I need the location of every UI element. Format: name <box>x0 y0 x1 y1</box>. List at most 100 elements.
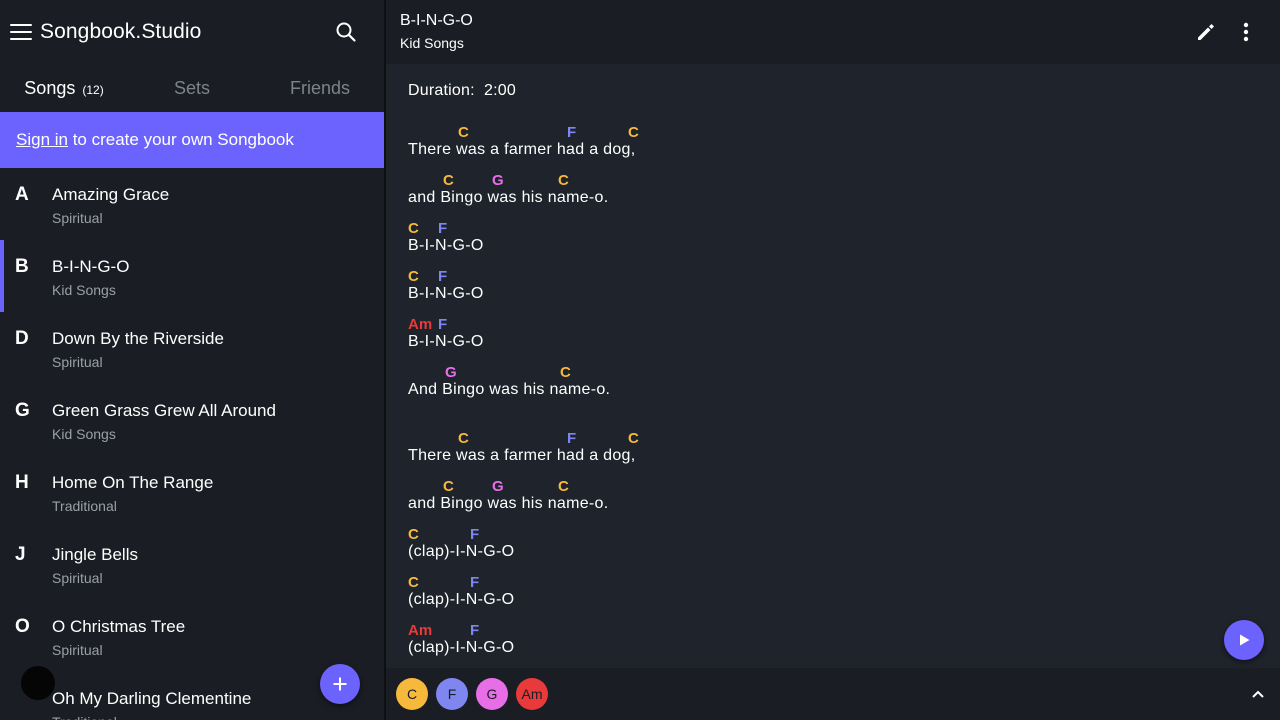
chord-F[interactable]: F <box>438 268 447 285</box>
chord-bar: C F G Am <box>386 668 1280 720</box>
chord-chip-Am[interactable]: Am <box>516 678 548 710</box>
duration: Duration: 2:00 <box>408 82 1280 102</box>
song-line: C F (clap)-I-N-G-O <box>408 572 1280 610</box>
chord-G[interactable]: G <box>492 172 504 189</box>
chord-F[interactable]: F <box>438 220 447 237</box>
chord-C[interactable]: C <box>408 574 419 591</box>
chord-chip-G[interactable]: G <box>476 678 508 710</box>
chord-row: C F <box>408 218 1280 237</box>
tab-sets[interactable]: Sets <box>128 64 256 112</box>
song-list: A Amazing Grace Spiritual B B-I-N-G-O Kid … <box>0 168 384 720</box>
chord-C[interactable]: C <box>558 172 569 189</box>
chord-C[interactable]: C <box>408 220 419 237</box>
tab-songs[interactable]: Songs (12) <box>0 64 128 112</box>
chord-C[interactable]: C <box>458 430 469 447</box>
chord-Am[interactable]: Am <box>408 622 432 639</box>
section-letter: J <box>15 544 26 565</box>
song-line: G C And Bingo was his name-o. <box>408 362 1280 400</box>
section-letter: G <box>15 400 30 421</box>
chord-C[interactable]: C <box>443 478 454 495</box>
chord-F[interactable]: F <box>567 430 576 447</box>
chord-C[interactable]: C <box>628 124 639 141</box>
song-artist: Spiritual <box>52 570 103 586</box>
song-title: B-I-N-G-O <box>52 257 130 276</box>
avatar[interactable] <box>21 666 55 700</box>
edit-icon[interactable] <box>1186 12 1226 52</box>
stanza: C F C There was a farmer had a dog, C G … <box>408 122 1280 400</box>
song-line: C G C and Bingo was his name-o. <box>408 476 1280 514</box>
chord-row: C F <box>408 524 1280 543</box>
chord-C[interactable]: C <box>558 478 569 495</box>
chord-row: G C <box>408 362 1280 381</box>
song-item-down-by-the-riverside[interactable]: D Down By the Riverside Spiritual <box>0 312 384 384</box>
lyric: There was a farmer had a dog, <box>408 141 636 158</box>
sidebar-header: Songbook.Studio <box>0 0 384 64</box>
chord-C[interactable]: C <box>458 124 469 141</box>
song-artist: Traditional <box>52 498 117 514</box>
song-artist: Spiritual <box>52 210 103 226</box>
chord-F[interactable]: F <box>567 124 576 141</box>
chord-C[interactable]: C <box>408 526 419 543</box>
song-item-bingo[interactable]: B B-I-N-G-O Kid Songs <box>0 240 384 312</box>
more-vert-icon[interactable] <box>1226 12 1266 52</box>
lyric: And Bingo was his name-o. <box>408 381 611 398</box>
song-title: Oh My Darling Clementine <box>52 689 252 708</box>
signin-banner: Sign in to create your own Songbook <box>0 112 384 168</box>
song-line: C F (clap)-I-N-G-O <box>408 524 1280 562</box>
song-artist: Spiritual <box>52 354 103 370</box>
song-line: C F C There was a farmer had a dog, <box>408 428 1280 466</box>
section-letter: B <box>15 256 29 277</box>
app-title: Songbook.Studio <box>40 20 202 43</box>
song-line: Am F B-I-N-G-O <box>408 314 1280 352</box>
play-button[interactable] <box>1224 620 1264 660</box>
tab-friends[interactable]: Friends <box>256 64 384 112</box>
chord-C[interactable]: C <box>443 172 454 189</box>
song-item-home-on-the-range[interactable]: H Home On The Range Traditional <box>0 456 384 528</box>
chord-chip-C[interactable]: C <box>396 678 428 710</box>
song-title: O Christmas Tree <box>52 617 186 636</box>
search-icon[interactable] <box>330 16 362 48</box>
add-song-button[interactable] <box>320 664 360 704</box>
lyric: B-I-N-G-O <box>408 285 484 302</box>
chord-F[interactable]: F <box>470 574 479 591</box>
song-title: Jingle Bells <box>52 545 138 564</box>
chord-row: C F C <box>408 428 1280 447</box>
chord-F[interactable]: F <box>470 526 479 543</box>
section-letter: A <box>15 184 29 205</box>
chord-chip-F[interactable]: F <box>436 678 468 710</box>
chord-Am[interactable]: Am <box>408 316 432 333</box>
play-icon <box>1240 634 1250 646</box>
song-title-header: B-I-N-G-O <box>400 12 473 29</box>
chord-G[interactable]: G <box>445 364 457 381</box>
song-content: Duration: 2:00 C F C There was a farmer … <box>386 64 1280 668</box>
duration-label: Duration: <box>408 82 475 99</box>
song-artist: Kid Songs <box>52 282 116 298</box>
chord-row: Am F <box>408 620 1280 639</box>
menu-icon[interactable] <box>10 24 32 40</box>
song-item-amazing-grace[interactable]: A Amazing Grace Spiritual <box>0 168 384 240</box>
chord-row: C F <box>408 572 1280 591</box>
tab-songs-label: Songs <box>24 78 76 98</box>
tab-songs-count: (12) <box>82 83 104 97</box>
song-line: C F B-I-N-G-O <box>408 218 1280 256</box>
chord-C[interactable]: C <box>628 430 639 447</box>
song-item-o-christmas-tree[interactable]: O O Christmas Tree Spiritual <box>0 600 384 672</box>
signin-link[interactable]: Sign in <box>16 130 68 150</box>
tab-friends-label: Friends <box>289 78 351 98</box>
duration-value: 2:00 <box>484 82 516 99</box>
chord-F[interactable]: F <box>470 622 479 639</box>
lyric: B-I-N-G-O <box>408 237 484 254</box>
tab-sets-label: Sets <box>173 78 211 98</box>
lyric: (clap)-I-N-G-O <box>408 639 515 656</box>
chord-G[interactable]: G <box>492 478 504 495</box>
song-line: C F B-I-N-G-O <box>408 266 1280 304</box>
chevron-up-icon[interactable] <box>1248 684 1268 704</box>
song-line: C G C and Bingo was his name-o. <box>408 170 1280 208</box>
song-item-jingle-bells[interactable]: J Jingle Bells Spiritual <box>0 528 384 600</box>
chord-C[interactable]: C <box>408 268 419 285</box>
song-view: B-I-N-G-O Kid Songs Duration: 2:00 C F C… <box>386 0 1280 720</box>
sidebar-tabs: Songs (12) Sets Friends <box>0 64 384 112</box>
song-item-green-grass[interactable]: G Green Grass Grew All Around Kid Songs <box>0 384 384 456</box>
chord-C[interactable]: C <box>560 364 571 381</box>
chord-F[interactable]: F <box>438 316 447 333</box>
